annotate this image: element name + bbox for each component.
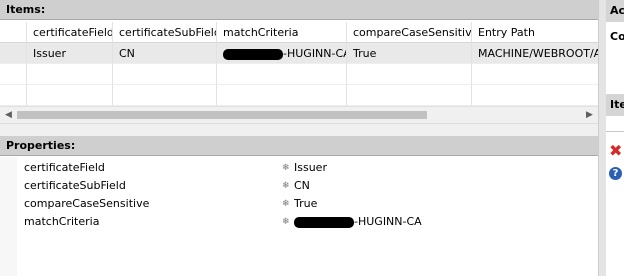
column-header-certificateField[interactable]: certificateField [27,22,113,43]
column-header-entry-path[interactable]: Entry Path [472,22,598,43]
redaction-mark [223,48,283,60]
scroll-right-icon[interactable]: ▶ [581,107,598,123]
property-name: compareCaseSensitive [24,197,150,210]
empty-cell [347,64,472,85]
property-name: certificateSubField [24,179,126,192]
actions-panel: Ac Co Ite ✖ ? [606,0,624,276]
items-section-header: Items: [0,0,598,20]
table-row[interactable]: Issuer CN -HUGINN-CA True MACHINE/WEBROO… [0,43,598,64]
property-row[interactable]: certificateSubField ❄ CN [0,177,598,195]
scroll-left-icon[interactable]: ◀ [0,107,17,123]
remove-icon[interactable]: ✖ [609,143,622,159]
pane-divider[interactable] [598,0,606,276]
column-header-certificateSubField[interactable]: certificateSubField [113,22,217,43]
property-value[interactable]: CN [294,177,310,195]
property-value-text: -HUGINN-CA [354,215,422,228]
empty-grid-row [0,64,598,85]
row-header-corner [0,22,27,43]
main-editor-panel: Items: certificateField certificateSubFi… [0,0,598,276]
empty-cell [472,85,598,106]
grid-header-row: certificateField certificateSubField mat… [0,22,598,43]
property-value[interactable]: -HUGINN-CA [294,213,422,231]
empty-cell [0,64,27,85]
cell-matchCriteria-text: -HUGINN-CA [283,47,347,60]
items-panel-header: Ite [606,94,624,116]
empty-cell [113,85,217,106]
cell-compareCaseSensitive[interactable]: True [347,43,472,64]
empty-cell [27,85,113,106]
property-value[interactable]: True [294,195,317,213]
panel-separator [606,131,624,132]
property-edit-icon: ❄ [282,217,290,227]
properties-section-header: Properties: [0,136,598,156]
property-name: certificateField [24,161,105,174]
empty-cell [347,85,472,106]
property-row[interactable]: matchCriteria ❄ -HUGINN-CA [0,213,598,231]
empty-cell [113,64,217,85]
panel-splitter[interactable] [0,123,598,136]
row-selector[interactable] [0,43,27,64]
column-header-matchCriteria[interactable]: matchCriteria [217,22,347,43]
property-row[interactable]: compareCaseSensitive ❄ True [0,195,598,213]
property-edit-icon: ❄ [282,181,290,191]
property-edit-icon: ❄ [282,199,290,209]
cell-matchCriteria[interactable]: -HUGINN-CA [217,43,347,64]
property-edit-icon: ❄ [282,163,290,173]
empty-grid-row [0,85,598,106]
actions-panel-header: Ac [606,0,624,22]
empty-cell [0,85,27,106]
cell-certificateField[interactable]: Issuer [27,43,113,64]
property-row[interactable]: certificateField ❄ Issuer [0,159,598,177]
actions-panel-label: Co [610,30,624,43]
scrollbar-thumb[interactable] [17,111,427,119]
cell-entry-path[interactable]: MACHINE/WEBROOT/A [472,43,598,64]
column-header-compareCaseSensitive[interactable]: compareCaseSensitive [347,22,472,43]
empty-cell [472,64,598,85]
property-name: matchCriteria [24,215,100,228]
empty-cell [27,64,113,85]
property-value[interactable]: Issuer [294,159,327,177]
items-grid[interactable]: certificateField certificateSubField mat… [0,22,598,106]
empty-cell [217,85,347,106]
help-icon[interactable]: ? [609,167,622,180]
redaction-mark [294,216,354,228]
empty-cell [217,64,347,85]
cell-certificateSubField[interactable]: CN [113,43,217,64]
properties-grid: certificateField ❄ Issuer certificateSub… [0,157,598,276]
horizontal-scrollbar[interactable]: ◀ ▶ [0,106,598,123]
